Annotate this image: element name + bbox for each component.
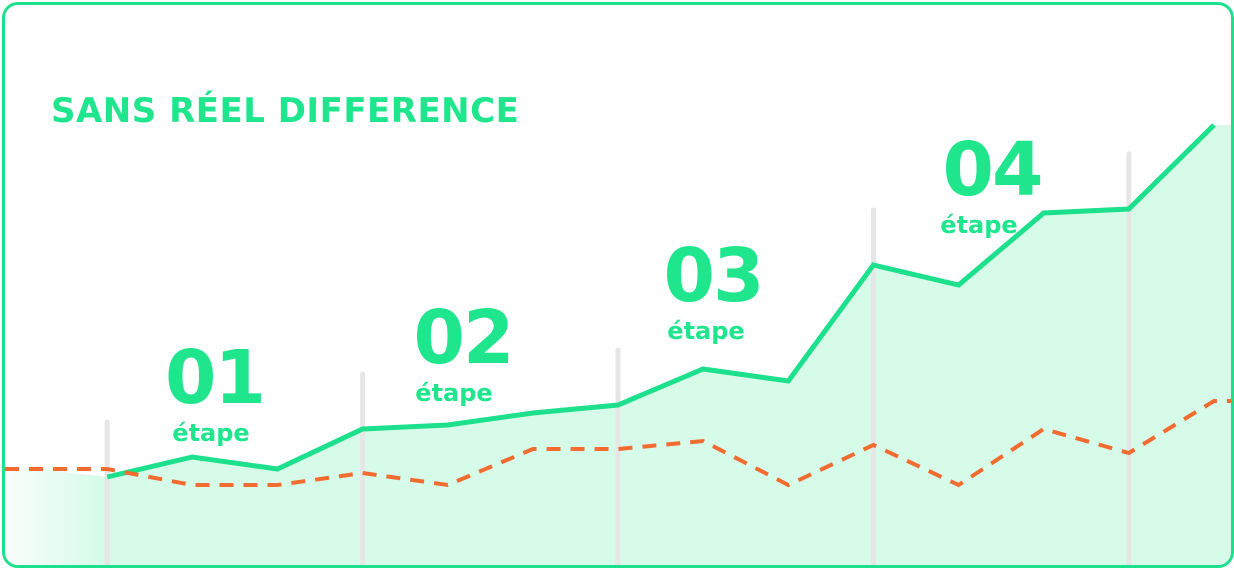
step-03: 03 étape [663, 233, 765, 345]
step-01: 01 étape [165, 335, 266, 447]
step-number: 03 [663, 233, 765, 319]
step-label: étape [415, 379, 493, 407]
step-label: étape [667, 317, 745, 345]
step-02: 02 étape [413, 295, 515, 407]
step-04: 04 étape [939, 133, 1045, 239]
step-number: 01 [165, 335, 266, 421]
step-number: 04 [942, 127, 1044, 213]
step-label: étape [940, 211, 1018, 239]
step-label: étape [172, 419, 250, 447]
step-number: 02 [413, 295, 515, 381]
chart-title: SANS RÉEL DIFFERENCE [51, 91, 520, 131]
chart-card: SANS RÉEL DIFFERENCE 01 étape 02 étape 0… [2, 2, 1234, 568]
chart-plot [5, 5, 1231, 565]
